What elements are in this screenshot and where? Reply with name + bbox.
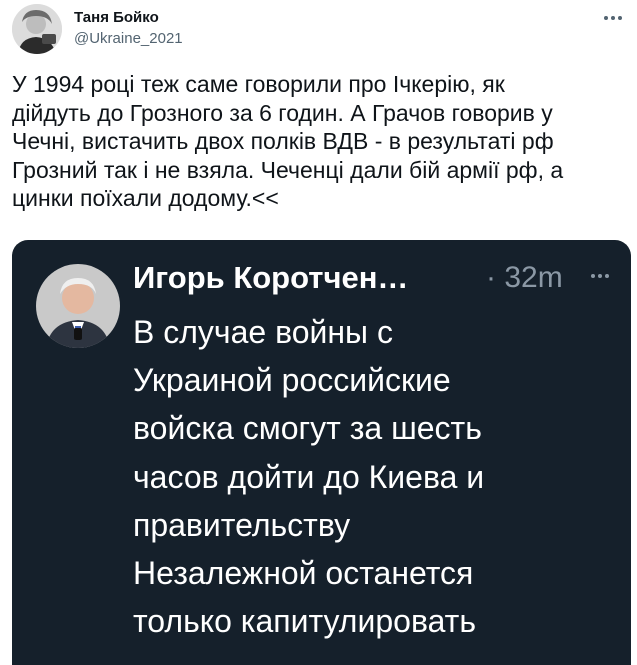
avatar-image (12, 4, 62, 54)
inner-more-options-icon (588, 268, 612, 284)
inner-timestamp: · 32m (486, 261, 563, 294)
tweet-header: Таня Бойко @Ukraine_2021 (12, 4, 625, 58)
user-avatar-icon[interactable] (12, 4, 62, 54)
embedded-screenshot[interactable]: Игорь Коротчен… · 32m В случае войны с У… (12, 240, 631, 665)
author-name[interactable]: Таня Бойко (74, 8, 159, 28)
inner-tweet-text: В случае войны с Украиной российские вой… (133, 314, 485, 640)
tweet-text: У 1994 році теж саме говорили про Ічкері… (12, 71, 564, 211)
tweet-card: Таня Бойко @Ukraine_2021 У 1994 році теж… (0, 0, 637, 665)
inner-avatar-icon (36, 264, 120, 348)
more-options-icon[interactable] (601, 8, 625, 28)
inner-author-name: Игорь Коротчен… (133, 260, 409, 295)
author-handle[interactable]: @Ukraine_2021 (74, 29, 183, 49)
